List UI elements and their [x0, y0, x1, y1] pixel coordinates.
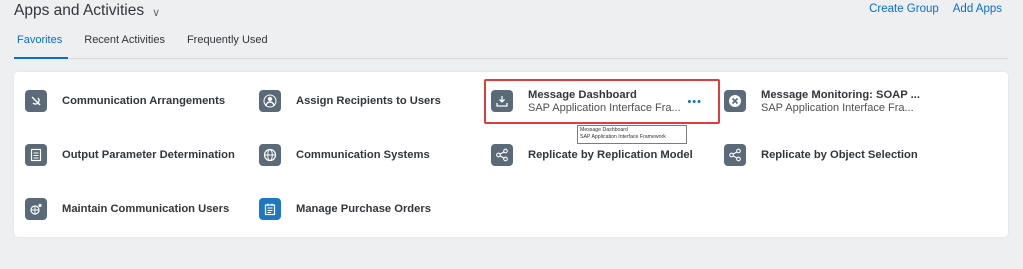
more-options-icon[interactable]: •••	[687, 96, 702, 108]
share-icon	[724, 144, 746, 166]
tab-divider	[14, 58, 1008, 59]
connection-icon	[25, 90, 47, 112]
active-tab-indicator	[14, 57, 68, 59]
tab-favorites[interactable]: Favorites	[17, 34, 62, 46]
tooltip-line-2: SAP Application Interface Framework	[580, 133, 666, 140]
globe-icon	[259, 144, 281, 166]
recipients-icon	[259, 90, 281, 112]
header-actions: Create Group Add Apps	[869, 3, 1002, 15]
tile-tooltip: Message Dashboard SAP Application Interf…	[577, 125, 687, 144]
app-tile-replicate-by-object-selection[interactable]: Replicate by Object Selection	[724, 137, 949, 173]
user-globe-icon	[25, 198, 47, 220]
tile-title: Assign Recipients to Users	[296, 95, 441, 107]
tile-title: Output Parameter Determination	[62, 149, 235, 161]
tile-title: Maintain Communication Users	[62, 203, 230, 215]
tile-title: Communication Systems	[296, 149, 430, 161]
app-tile-communication-arrangements[interactable]: Communication Arrangements	[25, 83, 250, 119]
tile-title: Communication Arrangements	[62, 95, 226, 107]
tile-title: Message Monitoring: SOAP ...	[761, 88, 920, 101]
app-tile-output-parameter-determination[interactable]: Output Parameter Determination	[25, 137, 250, 173]
app-tile-message-monitoring-soap[interactable]: Message Monitoring: SOAP ... SAP Applica…	[724, 83, 949, 119]
page-header: Apps and Activities ∨ Create Group Add A…	[0, 0, 1023, 62]
tab-frequently-used[interactable]: Frequently Used	[187, 34, 268, 46]
app-tile-assign-recipients[interactable]: Assign Recipients to Users	[259, 83, 484, 119]
space-title-selector[interactable]: Apps and Activities ∨	[14, 2, 160, 20]
tile-title: Manage Purchase Orders	[296, 203, 431, 215]
app-tile-communication-systems[interactable]: Communication Systems	[259, 137, 484, 173]
tile-title: Replicate by Replication Model	[528, 149, 693, 161]
add-apps-link[interactable]: Add Apps	[953, 3, 1002, 15]
tile-title: Replicate by Object Selection	[761, 149, 918, 161]
share-icon	[491, 144, 513, 166]
create-group-link[interactable]: Create Group	[869, 3, 939, 15]
page-title[interactable]: Apps and Activities	[14, 2, 144, 20]
checklist-icon	[25, 144, 47, 166]
tile-subtitle: SAP Application Interface Fra...	[761, 101, 914, 114]
app-tile-maintain-communication-users[interactable]: Maintain Communication Users	[25, 191, 250, 227]
tab-recent-activities[interactable]: Recent Activities	[84, 34, 165, 46]
selected-tile-highlight: •••	[484, 79, 720, 124]
app-tile-manage-purchase-orders[interactable]: Manage Purchase Orders	[259, 191, 484, 227]
chevron-down-icon[interactable]: ∨	[152, 6, 160, 19]
error-circle-icon	[724, 90, 746, 112]
tab-bar: Favorites Recent Activities Frequently U…	[17, 34, 290, 46]
purchase-order-icon	[259, 198, 281, 220]
